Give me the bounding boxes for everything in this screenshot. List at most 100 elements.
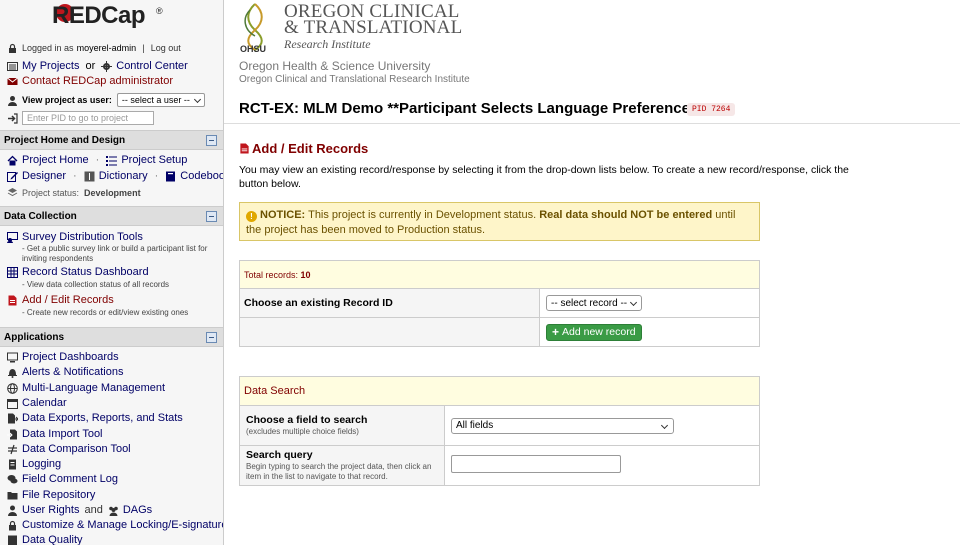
logged-in-label: Logged in as [22, 43, 74, 53]
warning-icon: ! [246, 211, 257, 222]
choose-record-cell: -- select record -- [539, 288, 760, 318]
app-item: Data Quality [7, 534, 83, 545]
ohsu-logo: OHSU [238, 2, 272, 56]
field-search-label: Choose a field to search [246, 414, 368, 426]
dot-separator: · [73, 170, 77, 182]
user-icon [7, 505, 18, 516]
app-item: File Repository [7, 489, 95, 501]
lock-icon [7, 520, 18, 531]
dags-link[interactable]: DAGs [123, 504, 152, 516]
designer-link[interactable]: Designer [22, 170, 66, 182]
monitor-icon [7, 352, 18, 363]
user-rights-link[interactable]: User Rights [22, 504, 79, 516]
gear-icon [101, 60, 113, 72]
calendar-icon [7, 398, 18, 409]
survey-icon [7, 231, 18, 243]
survey-distribution-link[interactable]: Survey Distribution Tools [22, 231, 143, 243]
query-hint: Begin typing to search the project data,… [246, 462, 432, 481]
data-exports-link[interactable]: Data Exports, Reports, and Stats [22, 412, 183, 424]
collapse-toggle[interactable] [206, 211, 217, 222]
data-comparison-link[interactable]: Data Comparison Tool [22, 443, 131, 455]
multi-language-link[interactable]: Multi-Language Management [22, 382, 165, 394]
codebook-link[interactable]: Codebook [180, 170, 223, 182]
logging-link[interactable]: Logging [22, 458, 61, 470]
query-label: Search query [246, 449, 313, 461]
main-content: OHSU OREGON CLINICAL & TRANSLATIONAL Res… [224, 0, 960, 545]
collapse-toggle[interactable] [206, 332, 217, 343]
lock-icon [7, 43, 18, 54]
app-item: Logging [7, 458, 61, 470]
app-item: Multi-Language Management [7, 382, 165, 394]
record-select[interactable]: -- select record -- [546, 295, 642, 311]
plus-icon: + [552, 325, 560, 339]
query-row: Search query Begin typing to search the … [239, 445, 760, 486]
logo-registered: ® [156, 6, 163, 16]
ohsu-text: OHSU [240, 44, 267, 54]
app-item: Data Comparison Tool [7, 443, 131, 455]
section-title: Project Home and Design [4, 134, 126, 146]
project-home-link[interactable]: Project Home [22, 154, 89, 166]
envelope-icon [7, 76, 18, 87]
institute-name: Oregon Clinical and Translational Resear… [239, 74, 470, 85]
separator: | [142, 43, 145, 53]
header-divider [224, 123, 960, 124]
dictionary-link[interactable]: Dictionary [99, 170, 148, 182]
survey-distribution-row: Survey Distribution Tools [7, 231, 143, 243]
field-search-cell: All fields [444, 405, 760, 446]
calendar-link[interactable]: Calendar [22, 397, 67, 409]
dot-separator: · [154, 170, 159, 182]
data-search-table: Data Search Choose a field to search (ex… [239, 376, 760, 486]
projects-row: My Projects or Control Center [7, 60, 188, 72]
redcap-logo[interactable]: REDCap ® [52, 2, 172, 32]
my-projects-link[interactable]: My Projects [22, 60, 79, 72]
section-title: Data Collection [4, 210, 77, 222]
dot-separator: · [95, 154, 100, 166]
alerts-notifications-link[interactable]: Alerts & Notifications [22, 366, 123, 378]
table-icon [7, 266, 18, 278]
locking-esignatures-link[interactable]: Customize & Manage Locking/E-signatures [22, 519, 223, 531]
app-item: Project Dashboards [7, 351, 119, 363]
section-header-data-collection: Data Collection [0, 206, 223, 226]
add-edit-records-link[interactable]: Add / Edit Records [22, 294, 114, 306]
section-header-applications: Applications [0, 327, 223, 347]
contact-admin-link[interactable]: Contact REDCap administrator [22, 75, 173, 87]
search-query-input[interactable] [451, 455, 621, 473]
record-status-dashboard-desc: - View data collection status of all rec… [22, 280, 170, 289]
app-item: Data Exports, Reports, and Stats [7, 412, 183, 424]
edit-icon [7, 171, 18, 182]
view-as-user-label: View project as user: [22, 95, 112, 105]
university-name: Oregon Health & Science University [239, 59, 431, 73]
notice-text: This project is currently in Development… [308, 209, 537, 221]
app-item: Data Import Tool [7, 428, 103, 440]
contact-row: Contact REDCap administrator [7, 75, 173, 87]
login-info: Logged in as moyerel-admin | Log out [7, 42, 181, 54]
add-new-record-button[interactable]: + Add new record [546, 323, 642, 341]
designer-row: Designer · Dictionary · Codebook [7, 170, 223, 182]
project-dashboards-link[interactable]: Project Dashboards [22, 351, 119, 363]
app-item: Calendar [7, 397, 67, 409]
project-id-badge: PID 7264 [687, 103, 736, 116]
collapse-toggle[interactable] [206, 135, 217, 146]
field-comment-log-link[interactable]: Field Comment Log [22, 473, 118, 485]
data-import-link[interactable]: Data Import Tool [22, 428, 103, 440]
users-icon [108, 505, 119, 516]
logout-link[interactable]: Log out [151, 43, 181, 53]
page-title: Add / Edit Records [252, 141, 369, 156]
field-search-hint: (excludes multiple choice fields) [246, 427, 359, 436]
and-text: and [84, 504, 103, 516]
data-quality-link[interactable]: Data Quality [22, 534, 83, 545]
file-repository-link[interactable]: File Repository [22, 489, 95, 501]
field-search-row: Choose a field to search (excludes multi… [239, 405, 760, 446]
view-as-user-select[interactable]: -- select a user -- [116, 93, 205, 107]
file-icon [239, 142, 249, 155]
globe-icon [7, 382, 18, 394]
field-select[interactable]: All fields [451, 417, 674, 434]
record-status-dashboard-link[interactable]: Record Status Dashboard [22, 266, 149, 278]
section-header-project-home: Project Home and Design [0, 130, 223, 150]
project-setup-link[interactable]: Project Setup [121, 154, 187, 166]
pid-input[interactable]: Enter PID to go to project [22, 111, 154, 125]
field-search-label-cell: Choose a field to search (excludes multi… [239, 405, 445, 446]
total-records-row: Total records: 10 [239, 260, 760, 289]
notice-label: NOTICE: [260, 209, 306, 221]
control-center-link[interactable]: Control Center [116, 60, 188, 72]
